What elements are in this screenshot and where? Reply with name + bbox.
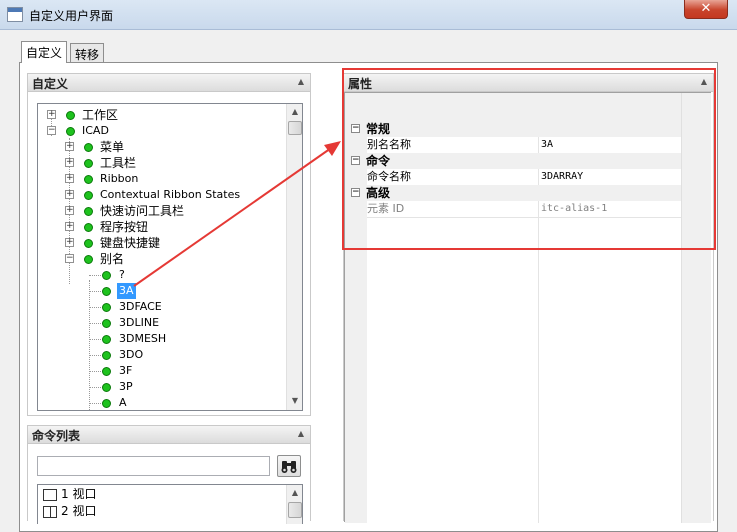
- tree-item-keyboard-shortcuts[interactable]: + 键盘快捷键: [38, 235, 298, 251]
- tree-item-alias-3dline[interactable]: 3DLINE: [38, 315, 298, 331]
- properties-title: 属性: [348, 77, 373, 91]
- customize-panel-header: 自定义 ▲: [28, 74, 310, 92]
- tree-item-quick-access-toolbar[interactable]: + 快速访问工具栏: [38, 203, 298, 219]
- green-dot-icon: [102, 287, 111, 296]
- expand-plus-icon[interactable]: +: [65, 238, 74, 247]
- tree-item-toolbar[interactable]: + 工具栏: [38, 155, 298, 171]
- app-window-icon: [7, 7, 23, 22]
- green-dot-icon: [102, 383, 111, 392]
- command-list[interactable]: 1 视口 2 视口 ▲: [37, 484, 303, 524]
- expand-plus-icon[interactable]: +: [65, 158, 74, 167]
- collapse-minus-icon[interactable]: −: [351, 156, 360, 165]
- tree-item-alias-3dface[interactable]: 3DFACE: [38, 299, 298, 315]
- scroll-up-arrow-icon[interactable]: ▲: [287, 104, 302, 120]
- collapse-arrow-icon[interactable]: ▲: [298, 77, 304, 86]
- tree-item-alias-3p[interactable]: 3P: [38, 379, 298, 395]
- command-list-scrollbar[interactable]: ▲: [286, 485, 302, 524]
- expand-plus-icon[interactable]: +: [65, 174, 74, 183]
- tree-item-ribbon[interactable]: + Ribbon: [38, 171, 298, 187]
- property-row-element-id[interactable]: 元素 ID itc-alias-1: [367, 201, 681, 217]
- tree-item-alias-a[interactable]: A: [38, 395, 298, 410]
- tab-transfer[interactable]: 转移: [70, 43, 105, 62]
- property-grid: − 常规 别名名称 3A − 命令 命令名称 3DARRAY − 高级 元素 I…: [344, 92, 711, 523]
- scroll-thumb[interactable]: [288, 502, 302, 518]
- green-dot-icon: [84, 239, 93, 248]
- expand-plus-icon[interactable]: +: [65, 142, 74, 151]
- expand-plus-icon[interactable]: +: [65, 222, 74, 231]
- green-dot-icon: [84, 175, 93, 184]
- green-dot-icon: [102, 335, 111, 344]
- command-search-input[interactable]: [37, 456, 270, 476]
- two-viewport-icon: [43, 506, 57, 518]
- collapse-minus-icon[interactable]: −: [351, 188, 360, 197]
- customize-tree[interactable]: + 工作区 − ICAD + 菜单 + 工具栏 + Ribbon + Conte…: [37, 103, 303, 411]
- close-button[interactable]: ✕: [684, 0, 728, 19]
- green-dot-icon: [102, 303, 111, 312]
- green-dot-icon: [102, 399, 111, 408]
- tree-item-icad[interactable]: − ICAD: [38, 123, 298, 139]
- tab-customize[interactable]: 自定义: [21, 41, 68, 63]
- tree-item-alias[interactable]: − 别名: [38, 251, 298, 267]
- green-dot-icon: [102, 271, 111, 280]
- tree-item-alias-3a[interactable]: 3A: [38, 283, 298, 299]
- category-advanced[interactable]: − 高级: [345, 185, 681, 201]
- scroll-down-arrow-icon[interactable]: ▼: [287, 393, 302, 409]
- tree-item-alias-question[interactable]: ?: [38, 267, 298, 283]
- green-dot-icon: [84, 143, 93, 152]
- green-dot-icon: [102, 351, 111, 360]
- green-dot-icon: [66, 111, 75, 120]
- collapse-minus-icon[interactable]: −: [351, 124, 360, 133]
- property-grid-scroll-area: [681, 93, 711, 523]
- green-dot-icon: [84, 191, 93, 200]
- green-dot-icon: [66, 127, 75, 136]
- command-list-panel: 命令列表 ▲ 1 视口 2 视口 ▲: [27, 425, 311, 524]
- expand-plus-icon[interactable]: +: [47, 110, 56, 119]
- command-list-header: 命令列表 ▲: [28, 426, 310, 444]
- collapse-minus-icon[interactable]: −: [47, 126, 56, 135]
- tree-item-menu[interactable]: + 菜单: [38, 139, 298, 155]
- title-bar: 自定义用户界面 ✕: [0, 0, 737, 30]
- tree-item-alias-3do[interactable]: 3DO: [38, 347, 298, 363]
- green-dot-icon: [84, 255, 93, 264]
- scroll-up-arrow-icon[interactable]: ▲: [287, 485, 302, 501]
- properties-header: 属性 ▲: [344, 74, 713, 92]
- green-dot-icon: [102, 367, 111, 376]
- collapse-arrow-icon[interactable]: ▲: [701, 77, 707, 86]
- expand-plus-icon[interactable]: +: [65, 206, 74, 215]
- green-dot-icon: [84, 159, 93, 168]
- tree-item-workspace[interactable]: + 工作区: [38, 107, 298, 123]
- tree-item-program-button[interactable]: + 程序按钮: [38, 219, 298, 235]
- single-viewport-icon: [43, 489, 57, 501]
- expand-plus-icon[interactable]: +: [65, 190, 74, 199]
- property-row-alias-name[interactable]: 别名名称 3A: [367, 137, 681, 153]
- find-button[interactable]: [277, 455, 301, 477]
- tree-scrollbar[interactable]: ▲ ▼: [286, 104, 302, 410]
- category-command[interactable]: − 命令: [345, 153, 681, 169]
- command-list-title: 命令列表: [32, 429, 81, 443]
- green-dot-icon: [102, 319, 111, 328]
- green-dot-icon: [84, 223, 93, 232]
- window-title: 自定义用户界面: [29, 9, 114, 23]
- tree-item-contextual-ribbon-states[interactable]: + Contextual Ribbon States: [38, 187, 298, 203]
- tree-item-alias-3dmesh[interactable]: 3DMESH: [38, 331, 298, 347]
- property-row-command-name[interactable]: 命令名称 3DARRAY: [367, 169, 681, 185]
- list-item[interactable]: 2 视口: [38, 503, 278, 519]
- properties-panel: 属性 ▲ − 常规 别名名称 3A − 命令 命令名称 3DARRAY − 高级…: [343, 73, 714, 523]
- category-general[interactable]: − 常规: [345, 121, 681, 137]
- customize-panel-title: 自定义: [32, 77, 69, 91]
- binoculars-icon: [281, 461, 297, 473]
- customize-panel: 自定义 ▲ + 工作区 − ICAD + 菜单 + 工具栏 + Ribbon +…: [27, 73, 311, 416]
- tree-item-alias-3f[interactable]: 3F: [38, 363, 298, 379]
- list-item[interactable]: 1 视口: [38, 486, 278, 502]
- collapse-arrow-icon[interactable]: ▲: [298, 429, 304, 438]
- green-dot-icon: [84, 207, 93, 216]
- scroll-thumb[interactable]: [288, 121, 302, 135]
- collapse-minus-icon[interactable]: −: [65, 254, 74, 263]
